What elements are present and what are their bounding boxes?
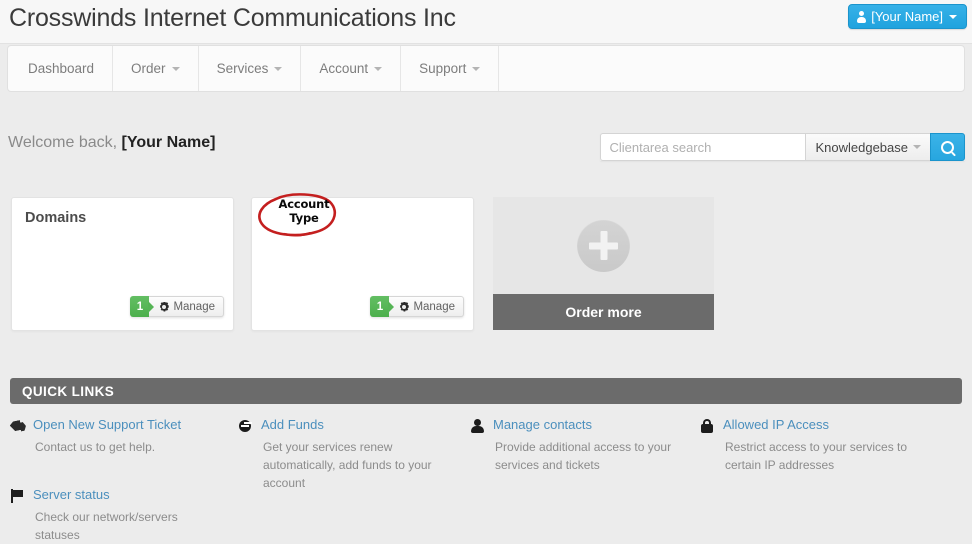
- chevron-down-icon: [913, 145, 921, 149]
- search-submit-button[interactable]: [930, 133, 965, 161]
- nav-item-order[interactable]: Order: [113, 46, 199, 91]
- person-icon: [857, 10, 867, 23]
- chevron-down-icon: [472, 66, 481, 71]
- search-input[interactable]: [600, 133, 806, 161]
- card-title: Domains: [25, 210, 87, 226]
- welcome-greeting: Welcome back,: [8, 134, 118, 151]
- search-scope-label: Knowledgebase: [815, 139, 908, 155]
- main-navigation: Dashboard Order Services Account Support: [7, 45, 965, 92]
- chevron-down-icon: [949, 14, 957, 19]
- lock-icon: [700, 419, 716, 433]
- quick-link-title[interactable]: Add Funds: [261, 418, 324, 432]
- manage-button[interactable]: Manage: [389, 296, 464, 317]
- item-count-badge: 1: [130, 296, 150, 317]
- nav-item-label: Order: [131, 61, 166, 76]
- order-more-icon-area: [493, 197, 714, 294]
- manage-button-label: Manage: [413, 300, 455, 313]
- order-more-label: Order more: [493, 294, 714, 330]
- brand-title: Crosswinds Internet Communications Inc: [9, 4, 456, 32]
- quick-link-title[interactable]: Server status: [33, 488, 110, 502]
- quick-link-head: Server status: [10, 488, 225, 503]
- quick-link-description: Provide additional access to your servic…: [495, 440, 672, 472]
- nav-item-label: Support: [419, 61, 467, 76]
- gear-icon: [400, 301, 409, 312]
- nav-item-account[interactable]: Account: [301, 46, 402, 91]
- quick-link-description: Check our network/servers statuses: [35, 510, 178, 542]
- nav-item-label: Services: [216, 61, 269, 76]
- chevron-down-icon: [374, 66, 383, 71]
- nav-item-services[interactable]: Services: [199, 46, 302, 91]
- search-scope-dropdown[interactable]: Knowledgebase: [805, 133, 930, 161]
- plus-circle-icon: [577, 219, 630, 272]
- quick-link-add-funds[interactable]: Add Funds Get your services renew automa…: [238, 418, 453, 492]
- user-account-button[interactable]: [Your Name]: [848, 4, 967, 29]
- quick-link-description: Restrict access to your services to cert…: [725, 440, 908, 472]
- welcome-username: [Your Name]: [121, 134, 216, 151]
- item-count-badge: 1: [370, 296, 390, 317]
- manage-button-group[interactable]: 1 Manage: [370, 296, 464, 317]
- nav-item-dashboard[interactable]: Dashboard: [8, 46, 114, 91]
- flag-icon: [10, 489, 26, 503]
- gear-icon: [160, 301, 169, 312]
- quick-links-heading: QUICK LINKS: [10, 378, 962, 404]
- quick-link-title[interactable]: Open New Support Ticket: [33, 418, 181, 432]
- quick-link-title[interactable]: Allowed IP Access: [723, 418, 829, 432]
- chevron-down-icon: [274, 66, 283, 71]
- plus-circle-icon: [238, 419, 254, 433]
- search-icon: [941, 140, 954, 154]
- manage-button-group[interactable]: 1 Manage: [130, 296, 224, 317]
- page-header: Crosswinds Internet Communications Inc […: [0, 0, 972, 44]
- manage-button[interactable]: Manage: [149, 296, 224, 317]
- tag-icon: [10, 419, 26, 433]
- quick-link-open-new-support-ticket[interactable]: Open New Support Ticket Contact us to ge…: [10, 418, 181, 456]
- quick-link-server-status[interactable]: Server status Check our network/servers …: [10, 488, 225, 544]
- product-card-domains[interactable]: Domains 1 Manage: [11, 197, 234, 331]
- quick-link-head: Open New Support Ticket: [10, 418, 181, 433]
- quick-link-head: Add Funds: [238, 418, 453, 433]
- quick-link-description: Get your services renew automatically, a…: [263, 440, 432, 490]
- quick-link-manage-contacts[interactable]: Manage contacts Provide additional acces…: [470, 418, 685, 474]
- quick-link-head: Manage contacts: [470, 418, 685, 433]
- quick-link-head: Allowed IP Access: [700, 418, 915, 433]
- nav-empty-space: [499, 46, 964, 91]
- quick-link-description: Contact us to get help.: [35, 440, 156, 454]
- chevron-down-icon: [171, 66, 180, 71]
- order-more-card[interactable]: Order more: [493, 197, 714, 336]
- client-search-group: Knowledgebase: [600, 133, 965, 161]
- nav-item-label: Dashboard: [28, 61, 95, 76]
- client-area-dashboard-page: Crosswinds Internet Communications Inc […: [0, 0, 972, 542]
- manage-button-label: Manage: [173, 300, 215, 313]
- user-account-label: [Your Name]: [871, 9, 943, 24]
- person-icon: [470, 419, 486, 433]
- quick-link-title[interactable]: Manage contacts: [493, 418, 592, 432]
- nav-item-support[interactable]: Support: [401, 46, 500, 91]
- nav-item-label: Account: [319, 61, 369, 76]
- welcome-message: Welcome back, [Your Name]: [8, 134, 215, 152]
- product-card-account-type[interactable]: 1 Manage: [251, 197, 474, 331]
- quick-link-allowed-ip-access[interactable]: Allowed IP Access Restrict access to you…: [700, 418, 915, 474]
